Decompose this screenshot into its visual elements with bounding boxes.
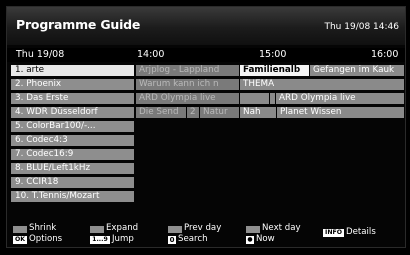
details-hint[interactable]: Details (346, 227, 376, 237)
channel-item[interactable]: 1. arte (11, 65, 134, 76)
epg-panel: Programme Guide Thu 19/08 14:46 Thu 19/0… (6, 6, 406, 248)
programme-cell[interactable]: Warum kann ich n (136, 79, 239, 90)
time-marker: 16:00 (371, 49, 399, 60)
search-hint[interactable]: Search (178, 234, 208, 244)
channel-item[interactable]: 7. Codec16:9 (11, 149, 134, 160)
shrink-hint[interactable]: Shrink (29, 223, 56, 233)
programme-cell[interactable]: ARD Olympia live (136, 93, 239, 104)
page-title: Programme Guide (16, 17, 141, 32)
programme-cell[interactable]: THEMA (240, 79, 404, 90)
programme-cell[interactable]: Nah (240, 107, 276, 118)
programme-cell[interactable] (270, 93, 275, 104)
prev-day-hint[interactable]: Prev day (184, 223, 221, 233)
record-key-icon: ● (246, 236, 254, 244)
expand-hint[interactable]: Expand (106, 223, 138, 233)
options-hint[interactable]: Options (29, 234, 62, 244)
programme-cell[interactable]: ARD Olympia live (276, 93, 404, 104)
number-keys-icon: 1...9 (90, 236, 110, 244)
jump-hint[interactable]: Jump (112, 234, 134, 244)
time-marker: 14:00 (137, 49, 165, 60)
time-marker: 15:00 (259, 49, 287, 60)
channel-item[interactable]: 3. Das Erste (11, 93, 134, 104)
title-bar: Programme Guide Thu 19/08 14:46 (7, 7, 405, 45)
info-key-icon: INFO (323, 229, 344, 237)
red-key-icon (13, 226, 27, 233)
date-label: Thu 19/08 (16, 49, 65, 60)
next-day-hint[interactable]: Next day (262, 223, 301, 233)
channel-item[interactable]: 4. WDR Düsseldorf (11, 107, 134, 118)
time-bar: Thu 19/08 14:00 15:00 16:00 (7, 48, 405, 62)
yellow-key-icon (168, 226, 182, 233)
programme-cell[interactable]: Arjplog - Lappland (136, 65, 239, 76)
channel-item[interactable]: 5. ColorBar100/-... (11, 121, 134, 132)
programme-cell[interactable]: 2 (187, 107, 199, 118)
programme-cell[interactable]: Gefangen im Kauk (310, 65, 404, 76)
now-hint[interactable]: Now (256, 234, 275, 244)
channel-item[interactable]: 6. Codec4:3 (11, 135, 134, 146)
blue-key-icon (246, 226, 260, 233)
channel-item[interactable]: 9. CCIR18 (11, 177, 134, 188)
channel-item[interactable]: 2. Phoenix (11, 79, 134, 90)
programme-cell[interactable]: Planet Wissen (277, 107, 404, 118)
zero-key-icon: 0 (168, 236, 176, 244)
programme-cell[interactable]: Natur (200, 107, 239, 118)
ok-key-icon: OK (13, 236, 27, 244)
channel-item[interactable]: 8. BLUE/Left1kHz (11, 163, 134, 174)
programme-cell-selected[interactable]: Familienalb (240, 65, 309, 76)
channel-item[interactable]: 10. T.Tennis/Mozart (11, 191, 134, 202)
programme-grid: Arjplog - Lappland Familienalb Gefangen … (136, 65, 404, 220)
current-datetime: Thu 19/08 14:46 (324, 22, 399, 32)
programme-cell[interactable]: Die Send (136, 107, 186, 118)
tv-screen: Programme Guide Thu 19/08 14:46 Thu 19/0… (0, 0, 410, 255)
green-key-icon (90, 226, 104, 233)
programme-cell[interactable] (240, 93, 269, 104)
